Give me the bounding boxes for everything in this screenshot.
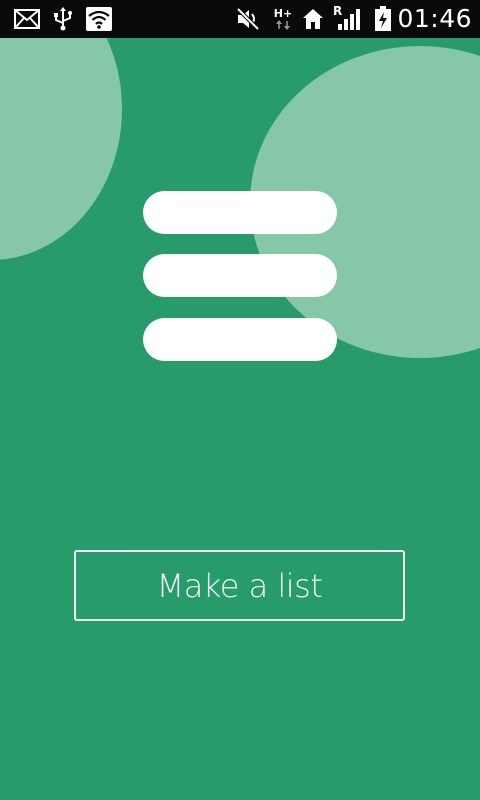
usb-icon bbox=[53, 7, 73, 31]
mute-icon bbox=[236, 7, 260, 31]
hplus-data-icon: H+ bbox=[272, 7, 294, 31]
wifi-icon bbox=[86, 7, 112, 31]
app-screen: H+ R 01:46 Make a list bbox=[0, 0, 480, 800]
battery-charging-icon bbox=[374, 6, 392, 31]
list-lines-icon bbox=[143, 191, 337, 361]
network-type-label: H+ bbox=[273, 7, 293, 20]
home-icon bbox=[302, 7, 324, 31]
make-a-list-button[interactable]: Make a list bbox=[74, 550, 405, 621]
status-clock: 01:46 bbox=[397, 4, 472, 33]
roaming-label: R bbox=[333, 4, 343, 18]
status-bar: H+ R 01:46 bbox=[0, 0, 480, 38]
email-icon bbox=[14, 7, 40, 31]
logo-bar-top bbox=[143, 191, 337, 234]
app-content: Make a list bbox=[0, 38, 480, 800]
signal-roaming-icon: R bbox=[332, 4, 362, 31]
logo-bar-middle bbox=[143, 254, 337, 297]
logo-bar-bottom bbox=[143, 318, 337, 361]
decorative-bubble-left bbox=[0, 38, 122, 260]
